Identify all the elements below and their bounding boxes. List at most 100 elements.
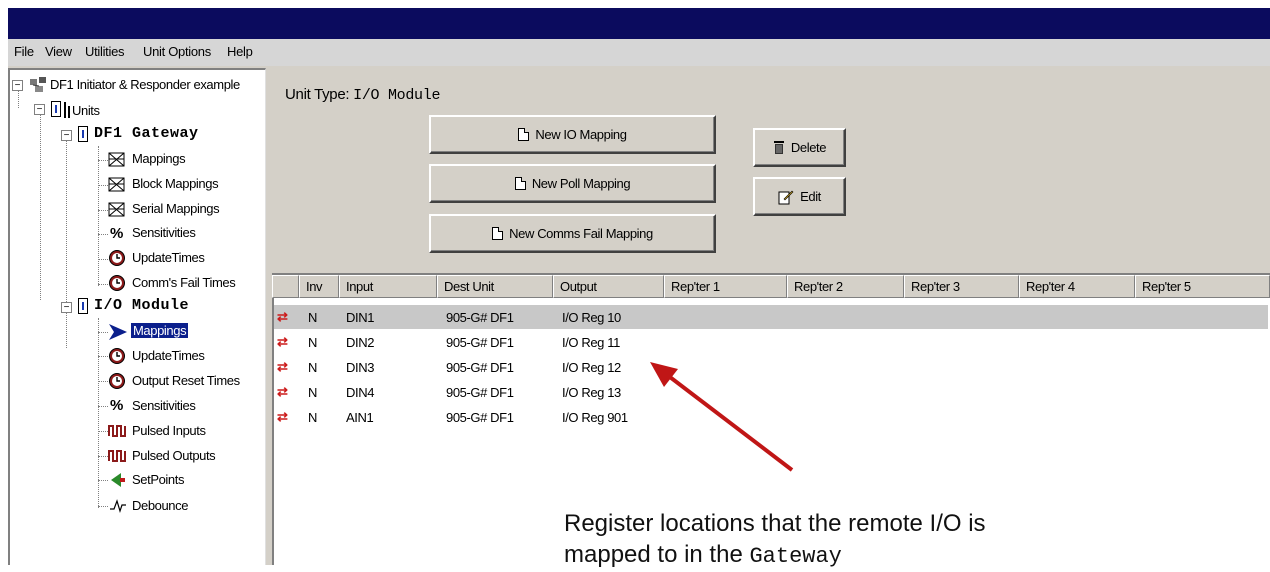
new-comms-fail-mapping-button[interactable]: New Comms Fail Mapping bbox=[429, 214, 716, 253]
cell-output: I/O Reg 13 bbox=[562, 385, 621, 400]
clock-reset-icon bbox=[108, 372, 126, 390]
cell-dest-unit: 905-G# DF1 bbox=[446, 310, 514, 325]
tree-io-debounce[interactable]: Debounce bbox=[132, 498, 188, 513]
menu-view[interactable]: View bbox=[45, 44, 72, 59]
tree-gw-block-mappings[interactable]: Block Mappings bbox=[132, 176, 219, 191]
col-header-output[interactable]: Output bbox=[553, 275, 664, 298]
tree-io-pulsedoutputs[interactable]: Pulsed Outputs bbox=[132, 448, 216, 463]
col-header-repeater-1[interactable]: Rep'ter 1 bbox=[664, 275, 787, 298]
col-header-repeater-5[interactable]: Rep'ter 5 bbox=[1135, 275, 1270, 298]
swap-arrows-icon: ⇄ bbox=[277, 334, 288, 349]
clock-fail-icon bbox=[108, 274, 126, 292]
tree-io-outputreset[interactable]: Output Reset Times bbox=[132, 373, 240, 388]
unit-type-caption: Unit Type: bbox=[285, 86, 350, 103]
menu-file[interactable]: File bbox=[14, 44, 34, 59]
cell-dest-unit: 905-G# DF1 bbox=[446, 410, 514, 425]
annotation-gateway: Gateway bbox=[749, 544, 842, 569]
menu-unit-options[interactable]: Unit Options bbox=[143, 44, 211, 59]
clock-icon bbox=[108, 347, 126, 365]
new-doc-icon bbox=[514, 177, 526, 190]
new-io-mapping-button[interactable]: New IO Mapping bbox=[429, 115, 716, 154]
cell-output: I/O Reg 10 bbox=[562, 310, 621, 325]
tree-io-mappings[interactable]: Mappings bbox=[131, 323, 189, 338]
tree-io-updatetimes[interactable]: UpdateTimes bbox=[132, 348, 205, 363]
cell-dest-unit: 905-G# DF1 bbox=[446, 385, 514, 400]
trash-icon bbox=[773, 141, 784, 154]
tree-io-pulsedinputs[interactable]: Pulsed Inputs bbox=[132, 423, 206, 438]
cell-inv: N bbox=[308, 360, 317, 375]
tree-gw-mappings[interactable]: Mappings bbox=[132, 151, 186, 166]
arrow-right-icon bbox=[108, 323, 127, 341]
annotation-line-1: Register locations that the remote I/O i… bbox=[564, 510, 986, 537]
tree-root-label[interactable]: DF1 Initiator & Responder example bbox=[50, 77, 240, 92]
cell-output: I/O Reg 12 bbox=[562, 360, 621, 375]
unit-chip-icon bbox=[51, 101, 61, 117]
debounce-icon bbox=[109, 497, 127, 515]
tree-io-setpoints[interactable]: SetPoints bbox=[132, 472, 184, 487]
col-header-repeater-2[interactable]: Rep'ter 2 bbox=[787, 275, 904, 298]
tree-io-label[interactable]: I/O Module bbox=[94, 297, 189, 314]
cell-dest-unit: 905-G# DF1 bbox=[446, 335, 514, 350]
col-header-repeater-3[interactable]: Rep'ter 3 bbox=[904, 275, 1019, 298]
unit-tree[interactable]: − DF1 Initiator & Responder example − Un… bbox=[8, 68, 266, 565]
col-header-input[interactable]: Input bbox=[339, 275, 437, 298]
gateway-chip-icon bbox=[78, 126, 88, 142]
delete-label: Delete bbox=[790, 140, 827, 155]
cell-inv: N bbox=[308, 335, 317, 350]
table-header: Inv Input Dest Unit Output Rep'ter 1 Rep… bbox=[272, 275, 1270, 298]
title-bar bbox=[8, 8, 1270, 39]
tree-gateway-label[interactable]: DF1 Gateway bbox=[94, 125, 199, 142]
io-chip-icon bbox=[78, 298, 88, 314]
col-header-dest-unit[interactable]: Dest Unit bbox=[437, 275, 553, 298]
annotation-arrow bbox=[650, 362, 794, 472]
new-comms-fail-mapping-label: New Comms Fail Mapping bbox=[509, 226, 653, 241]
unit-type-value: I/O Module bbox=[353, 87, 441, 104]
menu-help[interactable]: Help bbox=[227, 44, 253, 59]
cell-inv: N bbox=[308, 385, 317, 400]
menu-utilities[interactable]: Utilities bbox=[85, 44, 125, 59]
cell-output: I/O Reg 901 bbox=[562, 410, 628, 425]
cell-input: DIN4 bbox=[346, 385, 375, 400]
block-mappings-icon bbox=[108, 176, 126, 194]
expand-root-icon[interactable]: − bbox=[12, 80, 23, 91]
menu-bar: File View Utilities Unit Options Help bbox=[8, 39, 1270, 66]
tree-io-sensitivities[interactable]: Sensitivities bbox=[132, 398, 196, 413]
mappings-icon bbox=[108, 151, 126, 169]
new-doc-icon bbox=[518, 128, 530, 141]
expand-io-icon[interactable]: − bbox=[61, 302, 72, 313]
new-doc-icon bbox=[492, 227, 504, 240]
col-header-repeater-4[interactable]: Rep'ter 4 bbox=[1019, 275, 1135, 298]
new-poll-mapping-button[interactable]: New Poll Mapping bbox=[429, 164, 716, 203]
annotation-text: Register locations that the remote I/O i… bbox=[564, 508, 986, 572]
cell-dest-unit: 905-G# DF1 bbox=[446, 360, 514, 375]
pulse-in-icon bbox=[108, 422, 126, 440]
tree-gw-sensitivities[interactable]: Sensitivities bbox=[132, 225, 196, 240]
tree-gw-serial-mappings[interactable]: Serial Mappings bbox=[132, 201, 220, 216]
unit-type-label: Unit Type: I/O Module bbox=[285, 86, 440, 104]
swap-arrows-icon: ⇄ bbox=[277, 409, 288, 424]
tree-gw-updatetimes[interactable]: UpdateTimes bbox=[132, 250, 205, 265]
cell-input: DIN3 bbox=[346, 360, 375, 375]
tree-units-label[interactable]: Units bbox=[72, 103, 100, 118]
serial-mappings-icon bbox=[108, 201, 126, 219]
edit-label: Edit bbox=[800, 189, 821, 204]
new-io-mapping-label: New IO Mapping bbox=[535, 127, 627, 142]
expand-units-icon[interactable]: − bbox=[34, 104, 45, 115]
setpoints-icon bbox=[108, 471, 126, 489]
tree-gw-commsfail[interactable]: Comm's Fail Times bbox=[132, 275, 236, 290]
expand-gateway-icon[interactable]: − bbox=[61, 130, 72, 141]
edit-button[interactable]: Edit bbox=[753, 177, 846, 216]
swap-arrows-icon: ⇄ bbox=[277, 359, 288, 374]
col-header-inv[interactable]: Inv bbox=[299, 275, 339, 298]
pulse-out-icon bbox=[108, 447, 126, 465]
swap-arrows-icon: ⇄ bbox=[277, 384, 288, 399]
swap-arrows-icon: ⇄ bbox=[277, 309, 288, 324]
table-row[interactable]: ⇄ N DIN2 905-G# DF1 I/O Reg 11 bbox=[274, 330, 1268, 354]
col-header-selector bbox=[272, 275, 299, 298]
cell-input: AIN1 bbox=[346, 410, 374, 425]
table-row[interactable]: ⇄ N DIN1 905-G# DF1 I/O Reg 10 bbox=[274, 305, 1268, 329]
delete-button[interactable]: Delete bbox=[753, 128, 846, 167]
edit-icon bbox=[778, 190, 794, 204]
percent-icon: % bbox=[110, 397, 124, 414]
annotation-line-2-a: mapped to in the bbox=[564, 541, 743, 568]
